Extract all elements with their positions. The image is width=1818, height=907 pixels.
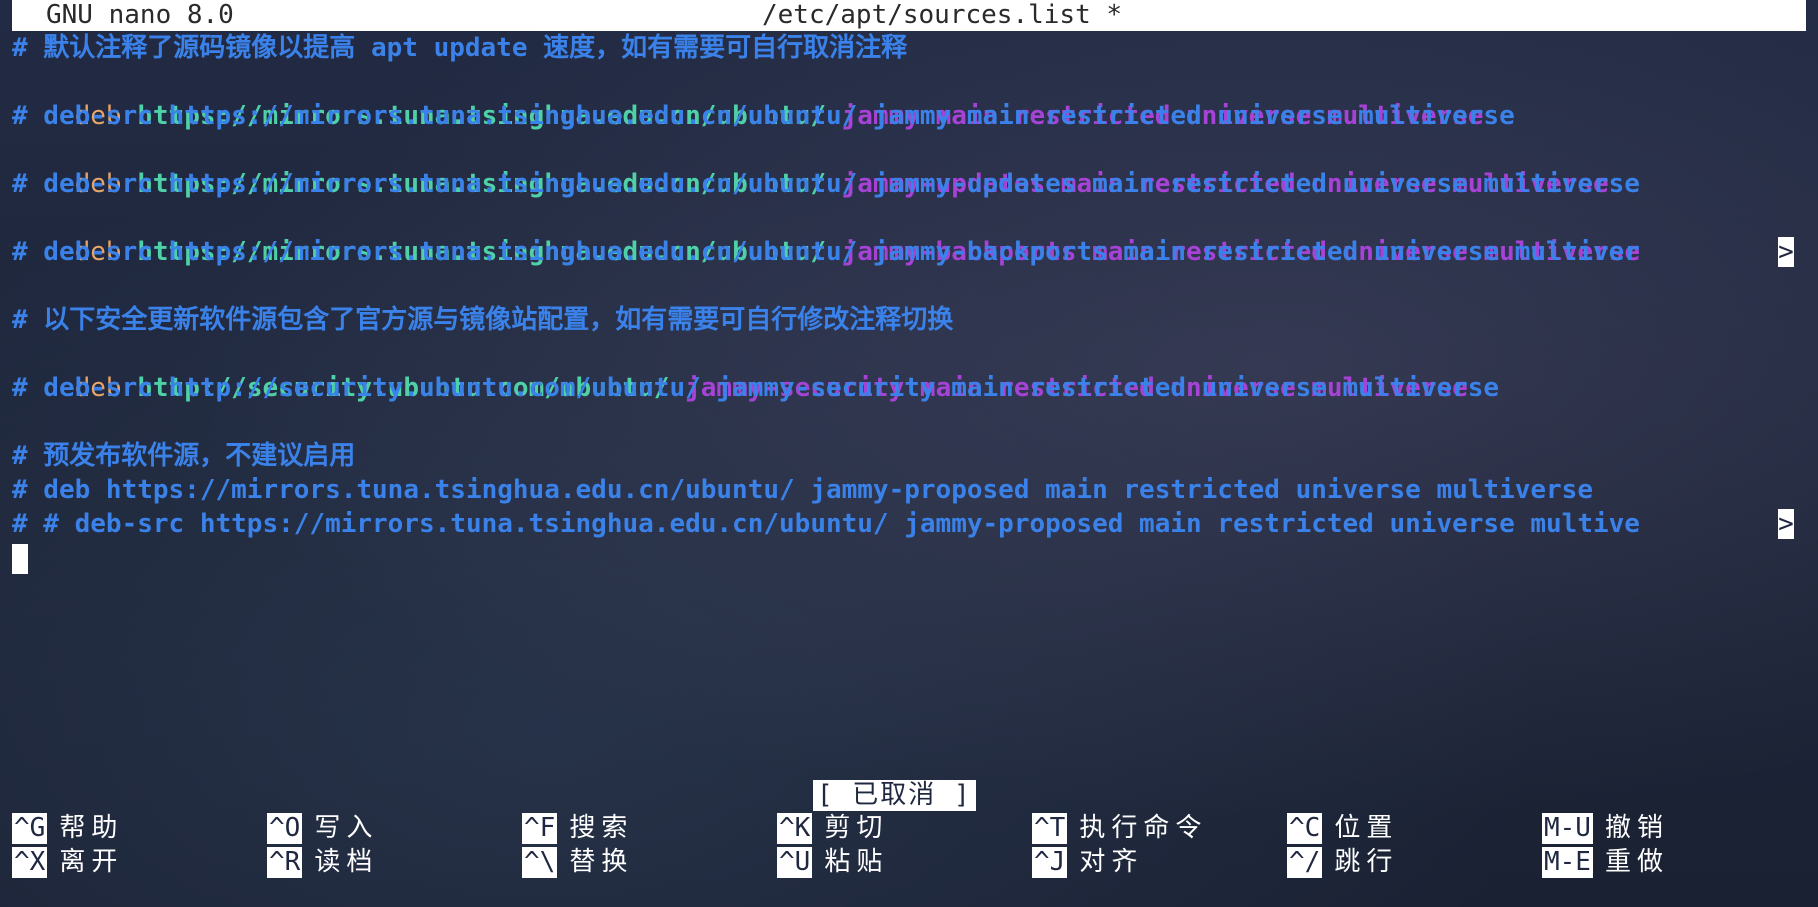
app-version: GNU nano 8.0: [46, 0, 234, 30]
shortcut-search[interactable]: ^F 搜索: [522, 813, 633, 844]
shortcut-key: ^K: [777, 813, 813, 844]
nano-title-bar: GNU nano 8.0 /etc/apt/sources.list *: [12, 0, 1806, 31]
status-message: [ 已取消 ]: [813, 780, 976, 811]
file-path: /etc/apt/sources.list *: [762, 0, 1123, 30]
shortcut-label: 读档: [314, 847, 379, 877]
shortcut-key: ^C: [1287, 813, 1323, 844]
editor-line-2[interactable]: deb https://mirrors.tuna.tsinghua.edu.cn…: [12, 65, 1484, 131]
shortcut-write[interactable]: ^O 写入: [267, 813, 378, 844]
shortcut-key: ^O: [267, 813, 303, 844]
shortcut-label: 粘贴: [824, 847, 889, 877]
editor-line-11[interactable]: # deb-src http://security.ubuntu.com/ubu…: [12, 371, 1499, 405]
shortcut-replace[interactable]: ^\ 替换: [522, 847, 633, 878]
text-cursor: [12, 544, 28, 574]
editor-line-4[interactable]: deb https://mirrors.tuna.tsinghua.edu.cn…: [12, 133, 1609, 199]
editor-line-14[interactable]: # deb https://mirrors.tuna.tsinghua.edu.…: [12, 473, 1593, 507]
shortcut-key: ^X: [12, 847, 48, 878]
editor-line-5[interactable]: # deb-src https://mirrors.tuna.tsinghua.…: [12, 167, 1640, 201]
editor-line-1[interactable]: # 默认注释了源码镜像以提高 apt update 速度，如有需要可自行取消注释: [12, 31, 907, 65]
shortcut-label: 离开: [59, 847, 124, 877]
shortcut-help[interactable]: ^G 帮助: [12, 813, 123, 844]
shortcut-execute[interactable]: ^T 执行命令: [1032, 813, 1207, 844]
shortcut-cut[interactable]: ^K 剪切: [777, 813, 888, 844]
editor-line-3[interactable]: # deb-src https://mirrors.tuna.tsinghua.…: [12, 99, 1515, 133]
editor-line-6[interactable]: deb https://mirrors.tuna.tsinghua.edu.cn…: [12, 201, 1640, 267]
shortcut-label: 跳行: [1334, 847, 1399, 877]
shortcut-justify[interactable]: ^J 对齐: [1032, 847, 1143, 878]
shortcut-key: ^U: [777, 847, 813, 878]
shortcut-label: 位置: [1334, 813, 1399, 843]
shortcut-label: 替换: [569, 847, 634, 877]
shortcut-label: 写入: [314, 813, 379, 843]
shortcut-key: M-U: [1542, 813, 1593, 844]
line-overflow-indicator: >: [1778, 509, 1794, 539]
shortcut-key: M-E: [1542, 847, 1593, 878]
shortcut-label: 重做: [1604, 847, 1669, 877]
shortcut-paste[interactable]: ^U 粘贴: [777, 847, 888, 878]
editor-line-9[interactable]: # 以下安全更新软件源包含了官方源与镜像站配置，如有需要可自行修改注释切换: [12, 303, 953, 337]
editor-line-15[interactable]: # # deb-src https://mirrors.tuna.tsinghu…: [12, 507, 1640, 541]
shortcut-key: ^F: [522, 813, 558, 844]
editor-line-7[interactable]: # deb-src https://mirrors.tuna.tsinghua.…: [12, 235, 1640, 269]
editor-line-13[interactable]: # 预发布软件源，不建议启用: [12, 439, 355, 473]
shortcut-key: ^R: [267, 847, 303, 878]
terminal-window[interactable]: GNU nano 8.0 /etc/apt/sources.list * # 默…: [12, 0, 1806, 907]
shortcut-redo[interactable]: M-E 重做: [1542, 847, 1669, 878]
shortcut-read-file[interactable]: ^R 读档: [267, 847, 378, 878]
line-overflow-indicator: >: [1778, 237, 1794, 267]
shortcut-location[interactable]: ^C 位置: [1287, 813, 1398, 844]
shortcut-label: 撤销: [1604, 813, 1669, 843]
shortcut-label: 剪切: [824, 813, 889, 843]
shortcut-label: 执行命令: [1079, 813, 1208, 843]
shortcut-key: ^\: [522, 847, 558, 878]
shortcut-label: 帮助: [59, 813, 124, 843]
shortcut-go-to-line[interactable]: ^/ 跳行: [1287, 847, 1398, 878]
shortcut-key: ^/: [1287, 847, 1323, 878]
shortcut-key: ^J: [1032, 847, 1068, 878]
editor-line-10[interactable]: deb http://security.ubuntu.com/ubuntu/ j…: [12, 337, 1468, 403]
shortcut-key: ^T: [1032, 813, 1068, 844]
shortcut-label: 搜索: [569, 813, 634, 843]
shortcut-label: 对齐: [1079, 847, 1144, 877]
shortcut-key: ^G: [12, 813, 48, 844]
shortcut-exit[interactable]: ^X 离开: [12, 847, 123, 878]
shortcut-undo[interactable]: M-U 撤销: [1542, 813, 1669, 844]
